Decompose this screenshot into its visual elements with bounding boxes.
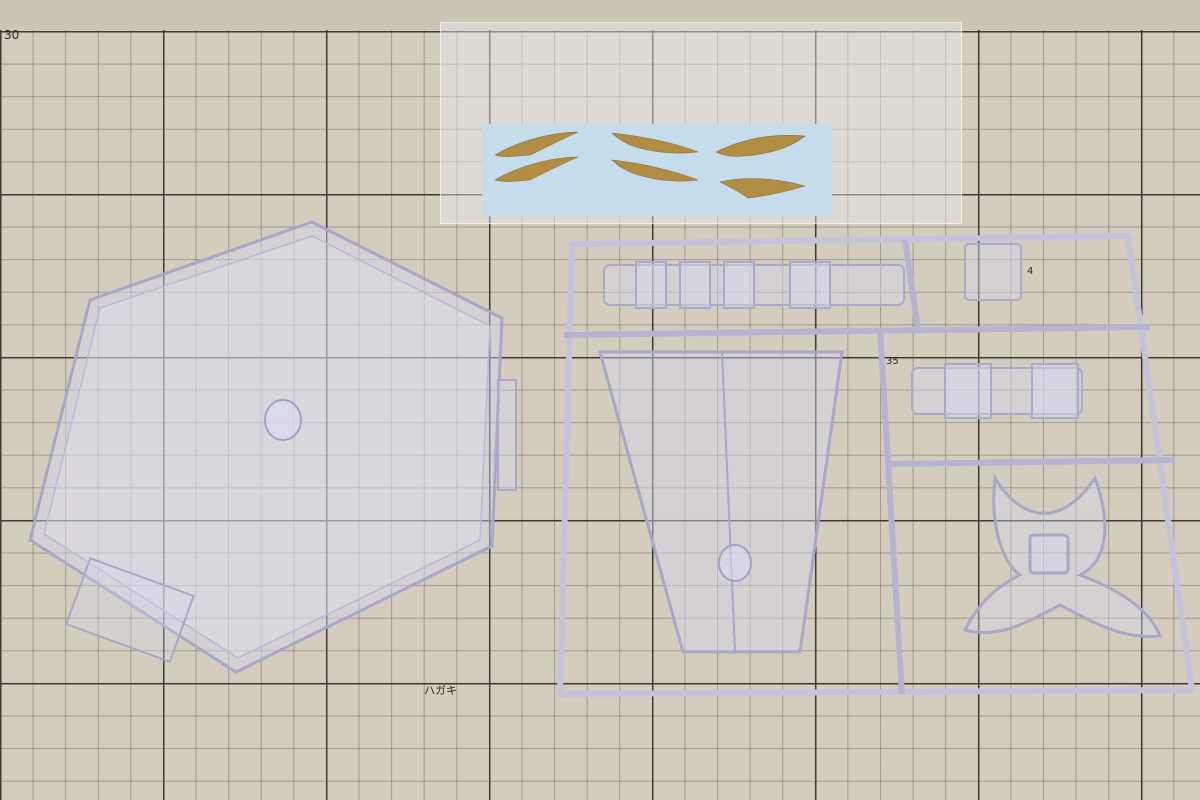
hexagon-stand-base <box>28 220 517 674</box>
decal-wing-3 <box>611 132 699 154</box>
decal-wing-1 <box>494 131 579 157</box>
x-shaped-stand-part <box>962 473 1163 639</box>
trapezoid-arm-part <box>598 350 844 654</box>
photo-objects <box>28 131 1195 697</box>
decal-wing-4 <box>611 159 699 182</box>
decal-wing-2 <box>494 156 579 182</box>
decal-wing-6 <box>719 178 807 199</box>
gold-decals <box>494 131 807 199</box>
decal-wing-5 <box>715 135 806 157</box>
